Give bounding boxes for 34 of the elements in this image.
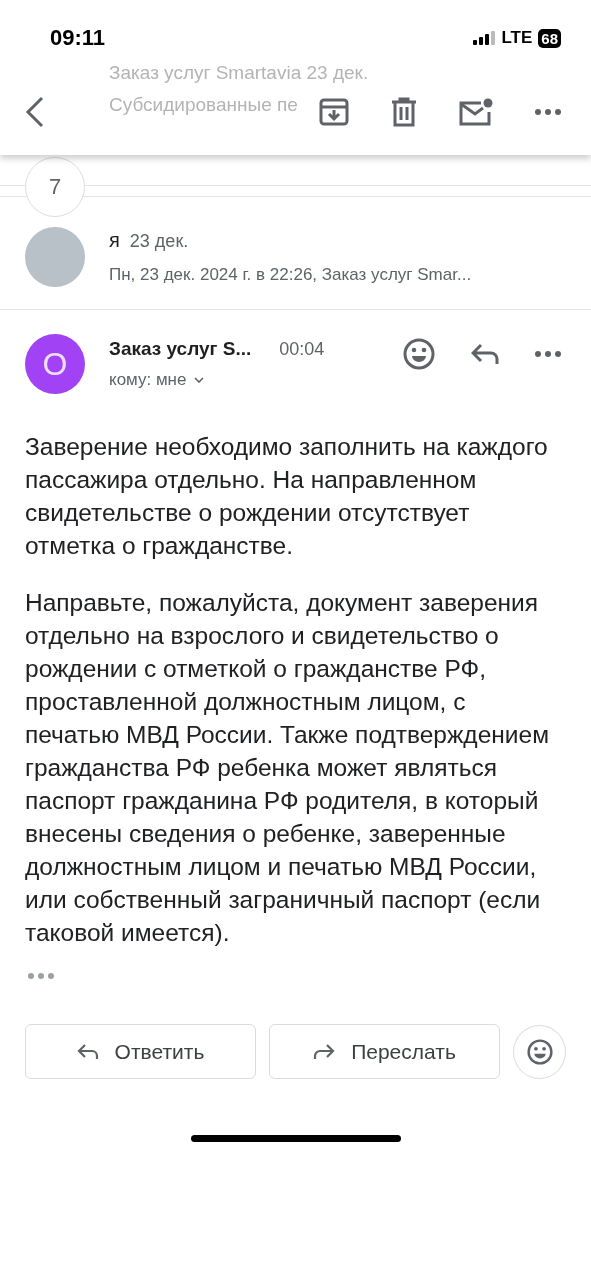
battery-level: 68 [538, 28, 561, 48]
trash-icon[interactable] [391, 97, 417, 127]
collapsed-count[interactable]: 7 [25, 157, 85, 217]
sender-name: я [109, 229, 120, 252]
emoji-reaction-button[interactable] [513, 1024, 566, 1079]
network-type: LTE [501, 28, 533, 48]
emoji-icon[interactable] [403, 338, 435, 370]
emoji-icon [526, 1038, 553, 1065]
clock-time: 09:11 [50, 25, 106, 51]
reply-button[interactable]: Ответить [25, 1024, 256, 1079]
sender-name: Заказ услуг Smartavia [109, 62, 302, 83]
message-paragraph: Заверение необходимо заполнить на каждого пассажира отдельно. На направленном свидетельстве о рождении отсутствует отметка о гражданстве. [25, 432, 549, 561]
chevron-down-icon [194, 377, 205, 383]
more-icon[interactable] [535, 109, 561, 115]
avatar-letter: O [25, 334, 85, 394]
unread-mail-icon[interactable] [459, 98, 493, 126]
archive-icon[interactable] [319, 98, 349, 126]
time-text: 00:04 [279, 339, 325, 360]
recipient-toggle[interactable]: кому: мне [109, 370, 325, 390]
forward-icon [313, 1043, 336, 1060]
snippet-text: Субсидированные пе [109, 94, 298, 115]
back-icon[interactable] [25, 96, 45, 128]
avatar-photo-placeholder [25, 227, 85, 287]
preview-text[interactable]: Пн, 23 дек. 2024 г. в 22:26, Заказ услуг Smar... [109, 265, 472, 285]
more-icon[interactable] [535, 351, 561, 357]
message-paragraph: Направьте, пожалуйста, документ заверения отдельно на взрослого и свидетельство о рождении с отметкой о гражданстве РФ, проставленной должностным лицом, с печатью МВД России. Также подтверждением гражданства РФ ребенка может являться паспорт гражданина РФ родителя, в который внесены сведения о ребенке, заверенные должностным лицом и печатью МВД России, или собственный заграничный паспорт (если таковой имеется). [25, 588, 550, 948]
show-trimmed-icon[interactable] [28, 973, 54, 979]
forward-button[interactable]: Переслать [269, 1024, 500, 1079]
reply-icon[interactable] [471, 343, 499, 365]
signal-icon [473, 31, 496, 45]
reply-icon [76, 1043, 99, 1060]
date-text: 23 дек. [129, 231, 189, 252]
date-text: 23 дек. [306, 62, 369, 83]
sender-name: Заказ услуг S... [109, 338, 252, 360]
